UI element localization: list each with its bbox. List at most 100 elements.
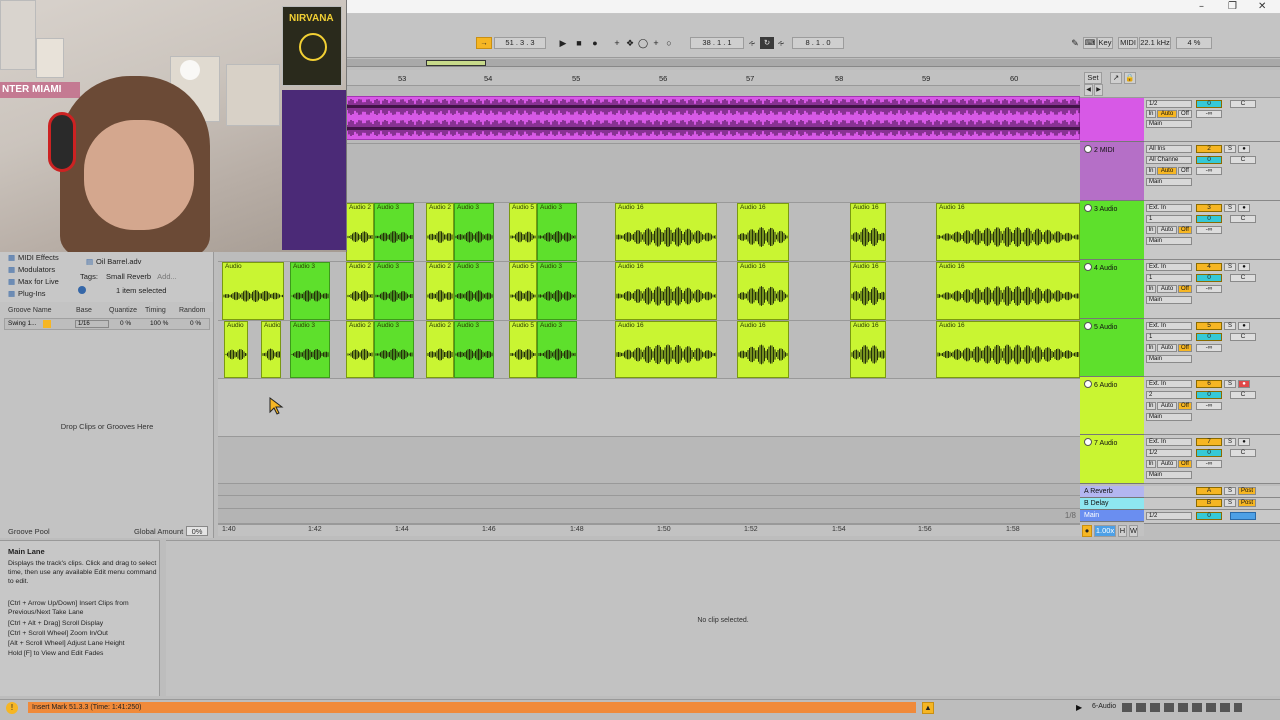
track-name[interactable]: 6 Audio bbox=[1084, 380, 1117, 389]
output-select[interactable]: Main bbox=[1146, 471, 1192, 479]
monitor-in[interactable]: In bbox=[1146, 402, 1156, 410]
output-select[interactable]: Main bbox=[1146, 296, 1192, 304]
arm-button[interactable]: ● bbox=[1238, 322, 1250, 330]
browser-item-midi-effects[interactable]: ▦ MIDI Effects bbox=[8, 253, 59, 262]
record-icon[interactable]: ● bbox=[589, 37, 601, 49]
audio-clip[interactable]: Audio 16 bbox=[936, 262, 1080, 320]
next-locator-icon[interactable]: ▶ bbox=[1094, 84, 1103, 96]
input-channel-select[interactable]: 1/2 bbox=[1146, 449, 1192, 457]
re-enable-automation-icon[interactable]: ◯ bbox=[637, 37, 649, 49]
session-record-icon[interactable]: ○ bbox=[663, 37, 675, 49]
browser-item-max-for-live[interactable]: ▦ Max for Live bbox=[8, 277, 59, 286]
track-name[interactable]: 4 Audio bbox=[1084, 263, 1117, 272]
browser-item-plug-ins[interactable]: ▦ Plug-Ins bbox=[8, 289, 46, 298]
main-volume[interactable]: 0 bbox=[1196, 512, 1222, 520]
audio-clip[interactable]: Audio 16 bbox=[615, 203, 717, 261]
monitor-off[interactable]: Off bbox=[1178, 460, 1192, 468]
return-activator[interactable]: B bbox=[1196, 499, 1222, 507]
audio-clip[interactable]: Audio 16 bbox=[737, 262, 789, 320]
main-track[interactable]: Main bbox=[1080, 510, 1144, 522]
audio-clip[interactable]: Audio 3 bbox=[537, 262, 577, 320]
post-button[interactable]: Post bbox=[1238, 487, 1256, 495]
monitor-off[interactable]: Off bbox=[1178, 344, 1192, 352]
midi-map-button[interactable]: MIDI bbox=[1118, 37, 1138, 49]
automation-arm-icon[interactable]: ❖ bbox=[624, 37, 636, 49]
pan-field[interactable]: C bbox=[1230, 391, 1256, 399]
audio-clip[interactable]: Audio 2 bbox=[346, 203, 374, 261]
input-type-select[interactable]: Ext. In bbox=[1146, 322, 1192, 330]
audio-clip[interactable]: Audio 3 bbox=[290, 321, 330, 378]
time-ruler[interactable]: 1:40 1:42 1:44 1:46 1:48 1:50 1:52 1:54 … bbox=[218, 524, 1080, 536]
prev-locator-icon[interactable]: ◀ bbox=[1084, 84, 1093, 96]
audio-clip[interactable]: Audio 16 bbox=[936, 203, 1080, 261]
draw-mode-icon[interactable]: ✎ bbox=[1069, 37, 1081, 49]
audio-clip[interactable]: Audio 3 bbox=[454, 262, 494, 320]
return-activator[interactable]: A bbox=[1196, 487, 1222, 495]
arm-button[interactable]: ● bbox=[1238, 204, 1250, 212]
input-type-select[interactable]: Ext. In bbox=[1146, 380, 1192, 388]
solo-button[interactable]: S bbox=[1224, 487, 1236, 495]
alert-icon[interactable]: ▲ bbox=[922, 702, 934, 714]
pan-field[interactable]: C bbox=[1230, 215, 1256, 223]
audio-clip[interactable]: Audio 3 bbox=[290, 262, 330, 320]
monitor-auto[interactable]: Auto bbox=[1157, 402, 1177, 410]
audio-clip[interactable]: Audio 3 bbox=[454, 321, 494, 378]
main-output-select[interactable]: 1/2 bbox=[1146, 512, 1192, 520]
input-channel-select[interactable]: 1 bbox=[1146, 274, 1192, 282]
restore-button[interactable]: ❐ bbox=[1228, 1, 1237, 12]
audio-clip[interactable]: Audio 2 bbox=[346, 262, 374, 320]
input-type-select[interactable]: Ext. In bbox=[1146, 263, 1192, 271]
volume-field[interactable]: 0 bbox=[1196, 100, 1222, 108]
volume-field[interactable]: 0 bbox=[1196, 156, 1222, 164]
loop-switch[interactable]: ↻ bbox=[760, 37, 774, 49]
capture-midi-icon[interactable]: + bbox=[650, 37, 662, 49]
monitor-in[interactable]: In bbox=[1146, 226, 1156, 234]
keyboard-icon[interactable]: ⌨ bbox=[1083, 37, 1097, 49]
monitor-in[interactable]: In bbox=[1146, 460, 1156, 468]
groove-drop-zone[interactable]: Drop Clips or Grooves Here bbox=[0, 422, 214, 431]
zoom-level[interactable]: 1.00x bbox=[1094, 525, 1116, 537]
input-channel-select[interactable]: 1/2 bbox=[1146, 100, 1192, 108]
audio-clip[interactable]: Audio bbox=[222, 262, 284, 320]
set-button[interactable]: Set bbox=[1084, 72, 1102, 84]
audio-clip[interactable]: Audio 3 bbox=[374, 262, 414, 320]
arm-button[interactable]: ● bbox=[1238, 380, 1250, 388]
pan-field[interactable]: C bbox=[1230, 333, 1256, 341]
audio-clip[interactable]: Audio 16 bbox=[936, 321, 1080, 378]
audio-clip[interactable]: Audio 3 bbox=[537, 321, 577, 378]
track-activator[interactable]: 7 bbox=[1196, 438, 1222, 446]
pan-field[interactable]: C bbox=[1230, 100, 1256, 108]
track-lane[interactable]: Audio Audio Audio 3 Audio 2 Audio 3 Audio 2 Au… bbox=[218, 321, 1080, 379]
track-activator[interactable]: 3 bbox=[1196, 204, 1222, 212]
monitor-off[interactable]: Off bbox=[1178, 110, 1192, 118]
link-icon[interactable]: ● bbox=[1082, 525, 1092, 537]
audio-clip[interactable]: Audio 5 bbox=[509, 321, 537, 378]
audio-clip[interactable]: Audio 16 bbox=[615, 262, 717, 320]
hot-swap-icon[interactable] bbox=[43, 320, 51, 328]
audio-clip[interactable]: Audio 2 bbox=[426, 203, 454, 261]
post-button[interactable]: Post bbox=[1238, 499, 1256, 507]
track-lane[interactable] bbox=[218, 437, 1080, 484]
track-header[interactable]: 3 Audio bbox=[1080, 201, 1144, 260]
loop-start[interactable]: 38 . 1 . 1 bbox=[690, 37, 744, 49]
audio-clip[interactable]: Audio 2 bbox=[426, 321, 454, 378]
monitor-auto[interactable]: Auto bbox=[1157, 110, 1177, 118]
track-lane[interactable] bbox=[218, 379, 1080, 437]
key-map-button[interactable]: Key bbox=[1097, 37, 1113, 49]
h-button[interactable]: H bbox=[1118, 525, 1127, 537]
volume-field[interactable]: 0 bbox=[1196, 274, 1222, 282]
output-select[interactable]: Main bbox=[1146, 120, 1192, 128]
browser-file[interactable]: ▤ Oil Barrel.adv bbox=[86, 257, 141, 266]
track-name[interactable]: 7 Audio bbox=[1084, 438, 1117, 447]
overview-visible-range[interactable] bbox=[426, 60, 486, 66]
track-name[interactable]: 2 MIDI bbox=[1084, 145, 1115, 154]
minimize-button[interactable]: – bbox=[1199, 1, 1204, 12]
track-activator[interactable]: 5 bbox=[1196, 322, 1222, 330]
monitor-off[interactable]: Off bbox=[1178, 226, 1192, 234]
monitor-in[interactable]: In bbox=[1146, 344, 1156, 352]
w-button[interactable]: W bbox=[1129, 525, 1138, 537]
arm-button[interactable]: ● bbox=[1238, 438, 1250, 446]
track-lane[interactable]: Audio 2 Audio 3 Audio 2 Audio 3 Audio 5 Audio… bbox=[218, 203, 1080, 262]
punch-in-icon[interactable]: ∻ bbox=[746, 37, 758, 49]
track-name[interactable]: 5 Audio bbox=[1084, 322, 1117, 331]
